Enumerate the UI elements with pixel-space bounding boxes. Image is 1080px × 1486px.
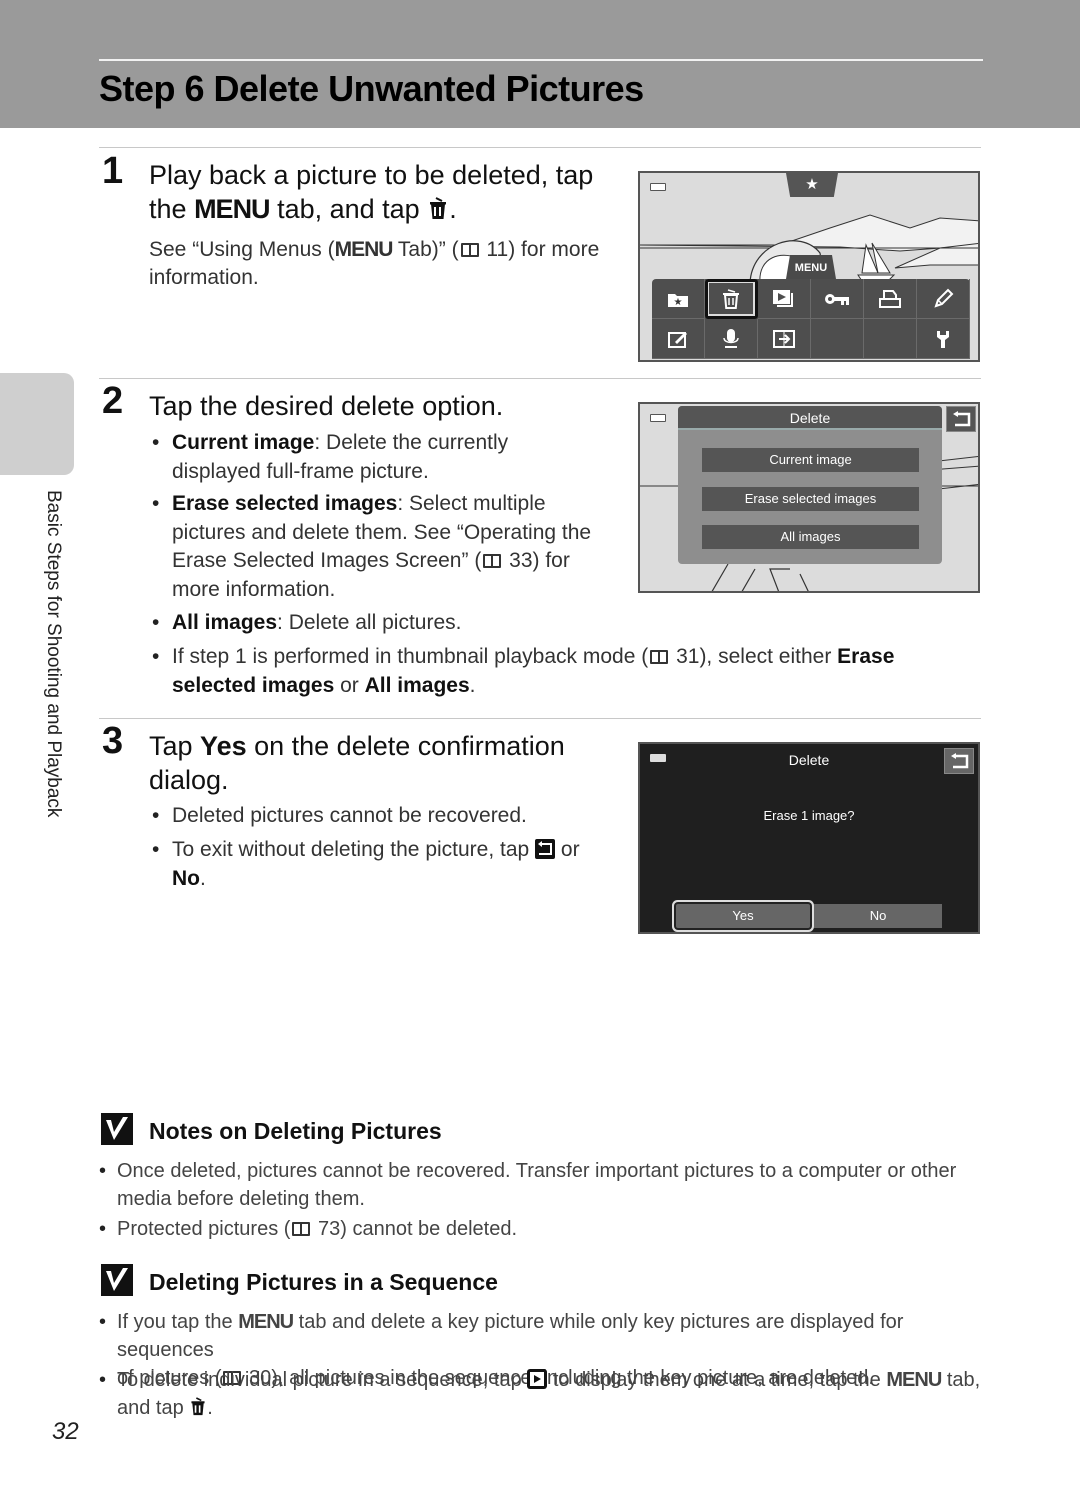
no-button[interactable]: No [814, 904, 942, 928]
svg-text:★: ★ [674, 297, 683, 308]
erase-selected-images-button[interactable]: Erase selected images [702, 487, 919, 511]
battery-icon [650, 414, 666, 422]
confirm-dialog-title: Delete [788, 752, 830, 768]
chapter-tab [0, 373, 74, 475]
slide-show-icon[interactable] [758, 279, 811, 319]
favorites-icon[interactable]: ★ [652, 279, 705, 319]
page-reference[interactable]: 33 [509, 549, 532, 572]
menu-glyph: MENU [238, 1311, 294, 1333]
setup-wrench-icon[interactable] [917, 319, 970, 359]
menu-tab[interactable]: MENU [786, 255, 836, 279]
step1-heading: Play back a picture to be deleted, tap t… [149, 158, 593, 226]
camera-screen-confirm: Delete Erase 1 image? Yes No [638, 742, 980, 934]
notes-heading: Notes on Deleting Pictures [149, 1118, 442, 1144]
note-bullet: Protected pictures ( 73) cannot be delet… [99, 1215, 979, 1243]
protect-icon[interactable] [811, 279, 864, 319]
book-reference-icon [650, 650, 669, 664]
bullet-thumbnail-note: If step 1 is performed in thumbnail play… [150, 643, 970, 700]
page-reference[interactable]: 73 [318, 1218, 340, 1240]
page-reference[interactable]: 11 [486, 238, 508, 261]
note-bullet: Once deleted, pictures cannot be recover… [99, 1157, 979, 1213]
caution-check-icon [101, 1113, 133, 1145]
step1-description: See “Using Menus (MENU Tab)” ( 11) for m… [149, 238, 600, 289]
bullet-erase-selected: Erase selected images: Select multiple p… [150, 490, 620, 604]
empty-cell [864, 319, 917, 359]
step1-heading-line1: Play back a picture to be deleted, tap [149, 160, 594, 190]
camera-screen-menu: ★ MENU ★ [638, 171, 980, 362]
back-icon [951, 753, 969, 769]
book-reference-icon [460, 243, 479, 257]
note-bullet: To delete individual picture in a sequen… [99, 1366, 989, 1422]
current-image-button[interactable]: Current image [702, 448, 919, 472]
camera-screen-delete-options: Delete Current image Erase selected imag… [638, 402, 980, 593]
step2-heading: Tap the desired delete option. [149, 391, 504, 421]
step3-heading: Tap Yes on the delete confirmation dialo… [149, 731, 565, 795]
back-icon [535, 839, 556, 859]
step1-divider [99, 147, 981, 148]
menu-glyph: MENU [334, 238, 394, 261]
chapter-label: Basic Steps for Shooting and Playback [43, 490, 64, 818]
step1-heading-line2: the MENU tab, and tap . [149, 194, 457, 224]
page-number: 32 [52, 1418, 79, 1445]
step3-number: 3 [102, 720, 124, 762]
all-images-button[interactable]: All images [702, 525, 919, 549]
trash-icon [430, 197, 447, 219]
bullet-current-image: Current image: Delete the currently disp… [150, 429, 620, 486]
back-icon [953, 411, 971, 427]
battery-icon [650, 183, 666, 191]
sequence-heading: Deleting Pictures in a Sequence [149, 1269, 498, 1295]
bullet-all-images: All images: Delete all pictures. [150, 609, 620, 638]
header-rule [99, 59, 983, 61]
page-reference[interactable]: 31 [676, 645, 699, 668]
menu-glyph: MENU [194, 194, 270, 224]
book-reference-icon [292, 1222, 311, 1236]
favorites-tab[interactable]: ★ [786, 173, 838, 197]
trash-icon [191, 1397, 205, 1416]
book-reference-icon [483, 554, 502, 568]
page-title: Step 6 Delete Unwanted Pictures [99, 68, 644, 109]
copy-icon[interactable] [758, 319, 811, 359]
step3-divider [99, 718, 981, 719]
step2-divider [99, 378, 981, 379]
edit-icon[interactable] [652, 319, 705, 359]
bullet-cannot-recover: Deleted pictures cannot be recovered. [150, 802, 620, 831]
empty-cell [811, 319, 864, 359]
voice-memo-icon[interactable] [705, 319, 758, 359]
menu-glyph: MENU [886, 1369, 942, 1391]
playback-icon [527, 1369, 548, 1389]
confirm-message: Erase 1 image? [763, 808, 855, 823]
delete-dialog: Delete Current image Erase selected imag… [678, 406, 942, 564]
bullet-exit-without-deleting: To exit without deleting the picture, ta… [150, 836, 620, 893]
back-button[interactable] [944, 748, 974, 774]
delete-icon[interactable] [705, 279, 758, 319]
step2-number: 2 [102, 380, 124, 422]
yes-button[interactable]: Yes [676, 904, 810, 928]
delete-dialog-title: Delete [678, 406, 942, 430]
back-button[interactable] [946, 406, 976, 432]
retouch-icon[interactable] [917, 279, 970, 319]
step1-number: 1 [102, 150, 124, 192]
playback-menu-grid: ★ [652, 279, 970, 359]
caution-check-icon [101, 1264, 133, 1296]
print-order-icon[interactable] [864, 279, 917, 319]
